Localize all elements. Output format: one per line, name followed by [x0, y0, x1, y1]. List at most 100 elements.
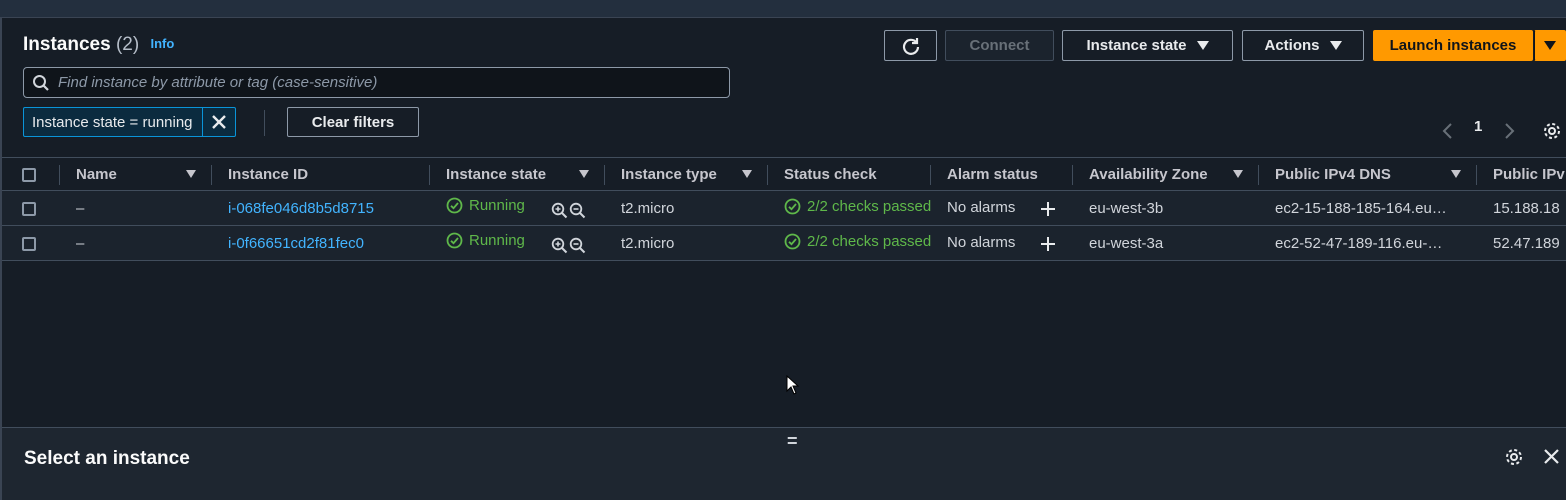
panel-settings-gear-icon[interactable]	[1504, 447, 1524, 467]
status-check-label: 2/2 checks passed	[807, 232, 931, 250]
column-label: Public IPv	[1493, 165, 1565, 183]
status-check-cell: 2/2 checks passed	[768, 190, 931, 226]
filter-token-label: Instance state = running	[32, 113, 193, 131]
zoom-in-icon[interactable]	[551, 237, 568, 254]
check-circle-icon	[446, 232, 463, 249]
public-dns-cell: ec2-52-47-189-116.eu-…	[1259, 225, 1477, 261]
column-label: Alarm status	[947, 165, 1038, 183]
instance-id-cell: i-0f66651cd2f81fec0	[212, 225, 430, 261]
refresh-icon	[902, 37, 919, 55]
column-label: Public IPv4 DNS	[1275, 165, 1391, 183]
connect-button[interactable]: Connect	[945, 30, 1054, 61]
column-header-alarm-status[interactable]: Alarm status	[931, 157, 1073, 191]
public-ipv4-cell: 15.188.18	[1477, 190, 1566, 226]
sort-icon[interactable]	[1451, 170, 1461, 178]
sort-icon[interactable]	[186, 170, 196, 178]
info-link[interactable]: Info	[150, 36, 174, 51]
alarm-status-cell: No alarms	[931, 190, 1073, 226]
search-input[interactable]	[58, 74, 698, 91]
search-bar[interactable]	[23, 67, 730, 98]
chevron-left-icon[interactable]	[1441, 122, 1455, 140]
table-row[interactable]: – i-0f66651cd2f81fec0 Running t2.micro 2…	[2, 225, 1566, 261]
refresh-button[interactable]	[884, 30, 937, 61]
current-page[interactable]: 1	[1474, 118, 1482, 135]
close-icon	[211, 115, 226, 129]
instance-state-label: Instance state	[1086, 37, 1187, 54]
column-header-public-ipv4[interactable]: Public IPv	[1477, 157, 1566, 191]
clear-filters-button[interactable]: Clear filters	[287, 107, 419, 137]
row-checkbox[interactable]	[22, 201, 36, 216]
status-check-cell: 2/2 checks passed	[768, 225, 931, 261]
chevron-right-icon[interactable]	[1502, 122, 1516, 140]
drag-handle-icon[interactable]: =	[787, 431, 798, 452]
instance-state-dropdown[interactable]: Instance state	[1062, 30, 1233, 61]
alarm-label: No alarms	[947, 234, 1016, 252]
close-panel-icon[interactable]	[1543, 448, 1560, 465]
sort-icon[interactable]	[579, 170, 589, 178]
name-cell[interactable]: –	[60, 190, 212, 226]
plus-icon[interactable]	[1040, 201, 1056, 217]
select-all-checkbox[interactable]	[22, 167, 36, 182]
state-badge: Running	[446, 197, 525, 214]
instance-count: (2)	[115, 34, 140, 55]
launch-instances-label: Launch instances	[1389, 37, 1517, 54]
actions-dropdown[interactable]: Actions	[1242, 30, 1364, 61]
column-label: Instance type	[621, 165, 717, 183]
zoom-out-icon[interactable]	[569, 202, 586, 219]
zoom-in-icon[interactable]	[551, 202, 568, 219]
alarm-status-cell: No alarms	[931, 225, 1073, 261]
select-all-cell[interactable]	[2, 157, 60, 191]
sort-icon[interactable]	[1233, 170, 1243, 178]
table-row[interactable]: – i-068fe046d8b5d8715 Running t2.micro 2…	[2, 190, 1566, 226]
column-label: Name	[76, 165, 117, 183]
page-title: Instances (2) Info	[23, 34, 174, 56]
instance-id-link[interactable]: i-0f66651cd2f81fec0	[228, 235, 364, 252]
column-header-public-ipv4-dns[interactable]: Public IPv4 DNS	[1259, 157, 1477, 191]
column-label: Instance state	[446, 165, 547, 183]
column-header-name[interactable]: Name	[60, 157, 212, 191]
settings-gear-icon[interactable]	[1542, 121, 1562, 141]
state-label: Running	[469, 197, 525, 215]
actions-label: Actions	[1264, 37, 1320, 54]
alarm-label: No alarms	[947, 199, 1016, 217]
row-select-cell[interactable]	[2, 225, 60, 261]
launch-options-dropdown[interactable]	[1534, 30, 1566, 61]
table-header-row: Name Instance ID Instance state Instance…	[2, 157, 1566, 191]
availability-zone-cell: eu-west-3b	[1073, 190, 1259, 226]
top-navigation-strip	[0, 0, 1566, 18]
name-cell[interactable]: –	[60, 225, 212, 261]
caret-down-icon	[1544, 41, 1556, 50]
sort-icon[interactable]	[742, 170, 752, 178]
public-dns-cell: ec2-15-188-185-164.eu…	[1259, 190, 1477, 226]
mouse-cursor-icon	[786, 375, 800, 395]
status-check-label: 2/2 checks passed	[807, 197, 931, 215]
status-check-badge: 2/2 checks passed	[784, 233, 931, 250]
connect-label: Connect	[969, 37, 1030, 54]
column-label: Instance ID	[228, 165, 309, 183]
state-label: Running	[469, 232, 525, 250]
page-title-text: Instances	[23, 34, 111, 55]
caret-down-icon	[1196, 41, 1209, 50]
details-panel-title: Select an instance	[24, 448, 190, 469]
column-header-instance-type[interactable]: Instance type	[605, 157, 768, 191]
details-split-panel	[2, 427, 1566, 500]
instance-type-cell: t2.micro	[605, 225, 768, 261]
filter-token: Instance state = running	[23, 107, 236, 137]
row-checkbox[interactable]	[22, 236, 36, 251]
clear-filters-label: Clear filters	[311, 113, 395, 131]
column-header-instance-state[interactable]: Instance state	[430, 157, 605, 191]
check-circle-icon	[784, 233, 801, 249]
instance-id-link[interactable]: i-068fe046d8b5d8715	[228, 200, 374, 217]
row-select-cell[interactable]	[2, 190, 60, 226]
availability-zone-cell: eu-west-3a	[1073, 225, 1259, 261]
column-header-status-check[interactable]: Status check	[768, 157, 931, 191]
zoom-out-icon[interactable]	[569, 237, 586, 254]
column-header-availability-zone[interactable]: Availability Zone	[1073, 157, 1259, 191]
remove-filter-button[interactable]	[201, 108, 235, 136]
instance-state-cell: Running	[430, 190, 605, 226]
check-circle-icon	[784, 198, 801, 214]
plus-icon[interactable]	[1040, 236, 1056, 252]
column-header-instance-id[interactable]: Instance ID	[212, 157, 430, 191]
instances-table: Name Instance ID Instance state Instance…	[2, 157, 1566, 261]
launch-instances-button[interactable]: Launch instances	[1373, 30, 1533, 61]
